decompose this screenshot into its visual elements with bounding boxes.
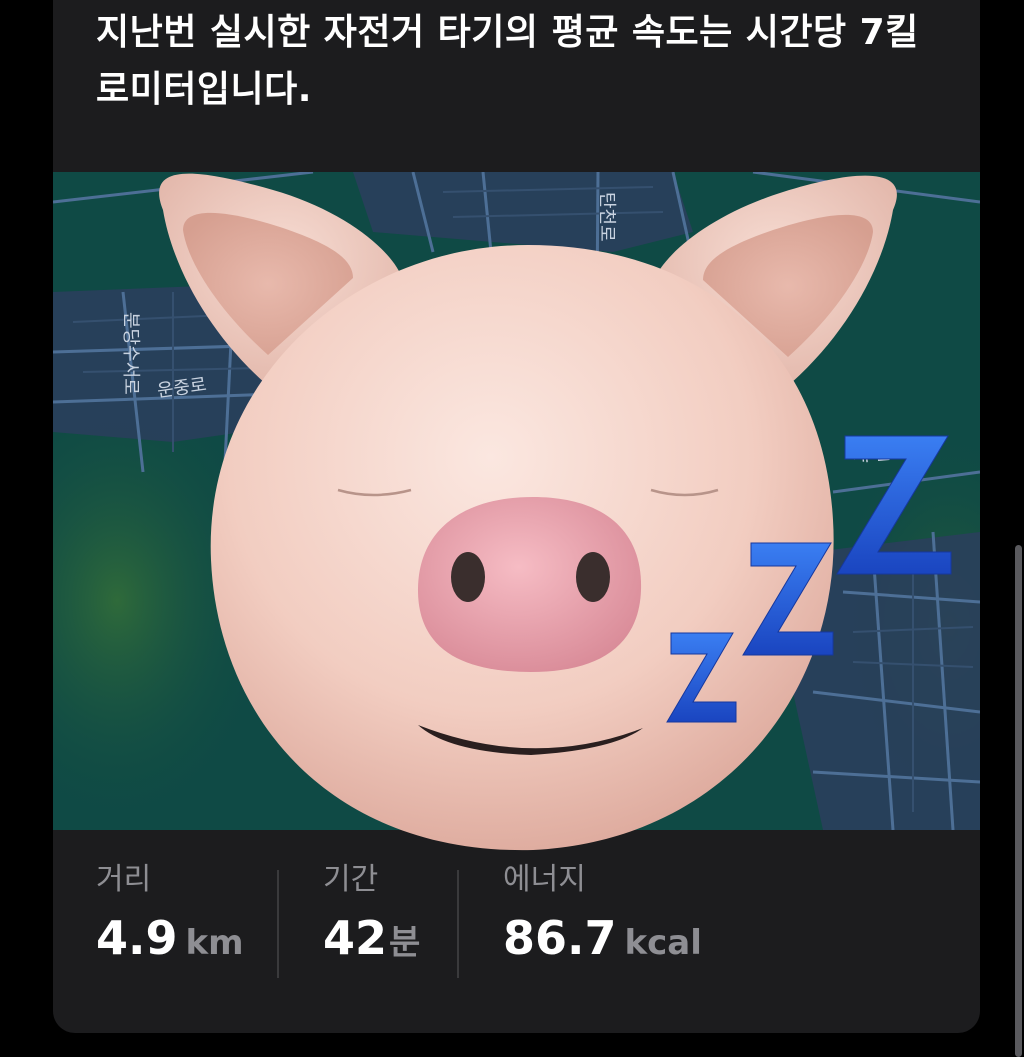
stat-divider [457,870,459,978]
duration-value: 42 [323,911,388,965]
distance-value: 4.9 [96,911,178,965]
energy-value: 86.7 [503,911,617,965]
distance-label: 거리 [96,862,152,897]
distance-unit: km [185,923,244,963]
road-label-tancheon: 탄천로 [596,192,617,242]
energy-unit: kcal [624,923,702,963]
route-map[interactable]: 탄천로 분당수서로 운중로 새 둘로 [53,172,980,830]
map-graphic: 탄천로 분당수서로 운중로 새 둘로 [53,172,980,830]
stat-divider [277,870,279,978]
energy-label: 에너지 [503,862,586,897]
road-label-bundang-suseo: 분당수서로 [120,312,141,395]
workout-headline: 지난번 실시한 자전거 타기의 평균 속도는 시간당 7킬로미터입니다. [96,12,919,110]
duration-unit: 분 [389,923,421,963]
scrollbar[interactable] [1015,545,1022,1057]
workout-stats: 거리 4.9 km 기간 42분 에너지 86.7 kcal [53,860,980,990]
energy-stat: 에너지 86.7 kcal [503,860,702,966]
workout-summary-card[interactable]: 지난번 실시한 자전거 타기의 평균 속도는 시간당 7킬로미터입니다. 탄천로… [53,0,980,1033]
distance-stat: 거리 4.9 km [96,860,244,966]
duration-stat: 기간 42분 [323,860,420,966]
duration-label: 기간 [323,862,379,897]
